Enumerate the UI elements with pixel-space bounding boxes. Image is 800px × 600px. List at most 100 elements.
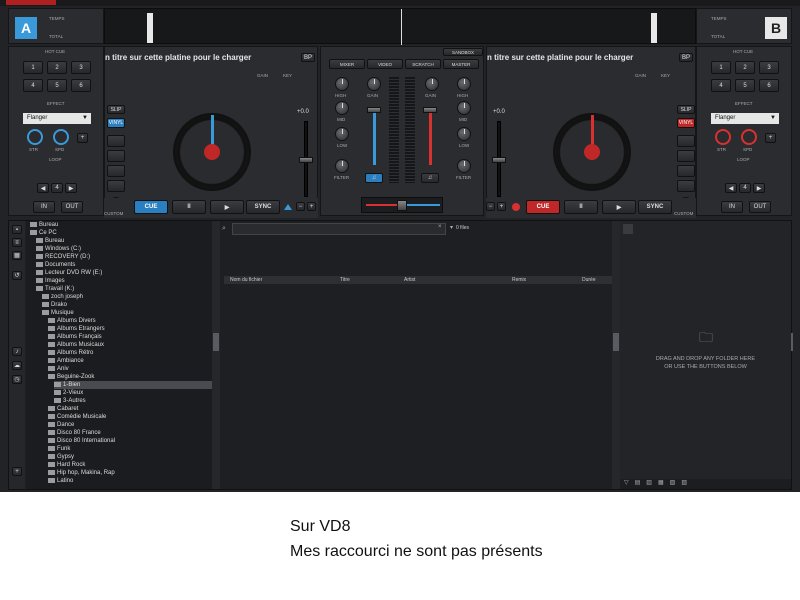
tree-item[interactable]: Cabaret [48, 405, 212, 413]
tree-item[interactable]: Albums Divers [48, 317, 212, 325]
deck-a-pad-4[interactable] [107, 180, 125, 192]
sandbox-button[interactable]: SANDBOX [443, 48, 483, 56]
mixer-b-gain-knob[interactable] [425, 77, 439, 91]
deck-b-hotcue-4[interactable]: 4 [711, 79, 731, 92]
column-duration[interactable]: Durée [582, 276, 596, 284]
deck-b-loop-size[interactable]: 4 [739, 183, 751, 193]
tree-item[interactable]: Ambiance [48, 357, 212, 365]
deck-a-hotcue-3[interactable]: 3 [71, 61, 91, 74]
deck-b-loop-prev-button[interactable]: ◀ [725, 183, 737, 193]
right-edge-handle[interactable] [791, 333, 793, 351]
sideview-splitter[interactable] [612, 221, 620, 489]
tree-item[interactable]: Bureau [36, 237, 212, 245]
deck-a-master-icon[interactable] [284, 204, 292, 210]
deck-a-slip-button[interactable]: SLIP [107, 105, 125, 114]
column-remix[interactable]: Remix [512, 276, 526, 284]
mixer-a-mid-knob[interactable] [335, 101, 349, 115]
deck-b-jogwheel[interactable] [553, 113, 631, 191]
deck-b-pad-4[interactable] [677, 180, 695, 192]
deck-a-hotcue-4[interactable]: 4 [23, 79, 43, 92]
column-title[interactable]: Titre [340, 276, 350, 284]
mixer-a-high-knob[interactable] [335, 77, 349, 91]
deck-b-loop-out-button[interactable]: OUT [749, 201, 771, 213]
tree-item[interactable]: Gypsy [48, 453, 212, 461]
deck-b-pitch-fader[interactable] [492, 157, 506, 163]
tree-item[interactable]: RECOVERY (D:) [36, 253, 212, 261]
deck-a-loop-next-button[interactable]: ▶ [65, 183, 77, 193]
deck-a-loop-out-button[interactable]: OUT [61, 201, 83, 213]
column-artist[interactable]: Artist [404, 276, 415, 284]
tree-item[interactable]: Funk [48, 445, 212, 453]
tree-item[interactable]: Drako [42, 301, 212, 309]
tab-scratch[interactable]: SCRATCH [405, 59, 441, 69]
deck-b-bpm-button[interactable]: BP [679, 53, 693, 62]
deck-a-spd-knob[interactable] [53, 129, 69, 145]
deck-a-pitch-fader[interactable] [299, 157, 313, 163]
tree-item[interactable]: 1-Bien [54, 381, 212, 389]
deck-a-pad-3[interactable] [107, 165, 125, 177]
tree-item[interactable]: Albums Rétro [48, 349, 212, 357]
sideview-splitter-handle[interactable] [613, 333, 619, 351]
tab-video[interactable]: VIDEO [367, 59, 403, 69]
tree-splitter[interactable] [212, 221, 220, 489]
tree-item[interactable]: Travail (K:) [36, 285, 212, 293]
tree-item[interactable]: Lecteur DVD RW (E:) [36, 269, 212, 277]
tree-item[interactable]: 3-Autres [54, 397, 212, 405]
deck-b-fx-add-button[interactable]: + [765, 133, 776, 143]
search-clear-icon[interactable]: × [438, 224, 442, 230]
deck-b-pad-1[interactable] [677, 135, 695, 147]
deck-b-pitch-minus-button[interactable]: − [486, 202, 495, 211]
tree-item[interactable]: Albums Etrangers [48, 325, 212, 333]
tree-item[interactable]: Hip hop, Makina, Rap [48, 469, 212, 477]
deck-a-play-button[interactable]: ▶ [210, 200, 244, 214]
automix-icon[interactable]: ▥ [646, 479, 652, 489]
deck-a-pad-1[interactable] [107, 135, 125, 147]
mixer-b-volume-fader[interactable] [423, 107, 437, 113]
deck-a-pause-button[interactable]: II [172, 200, 206, 214]
cloud-icon[interactable]: ☁ [12, 361, 22, 370]
tree-item[interactable]: Ce PC [30, 229, 212, 237]
deck-b-cue-button[interactable]: CUE [526, 200, 560, 214]
deck-b-master-icon[interactable] [512, 203, 520, 211]
deck-a-pad-2[interactable] [107, 150, 125, 162]
deck-a-sync-button[interactable]: SYNC [246, 200, 280, 214]
tree-item[interactable]: Windows (C:) [36, 245, 212, 253]
search-input[interactable] [232, 223, 446, 235]
deck-b-pad-2[interactable] [677, 150, 695, 162]
deck-b-slip-button[interactable]: SLIP [677, 105, 695, 114]
deck-b-vinyl-button[interactable]: VINYL [677, 118, 695, 128]
deck-a-effect-select[interactable]: Flanger ▼ [23, 113, 91, 124]
deck-b-pause-button[interactable]: II [564, 200, 598, 214]
tree-item[interactable]: Disco 80 International [48, 437, 212, 445]
deck-b-loop-in-button[interactable]: IN [721, 201, 743, 213]
deck-b-loop-next-button[interactable]: ▶ [753, 183, 765, 193]
deck-a-hotcue-6[interactable]: 6 [71, 79, 91, 92]
deck-a-cue-button[interactable]: CUE [134, 200, 168, 214]
mixer-b-mid-knob[interactable] [457, 101, 471, 115]
deck-a-fx-add-button[interactable]: + [77, 133, 88, 143]
tree-item[interactable]: Documents [36, 261, 212, 269]
deck-b-effect-select[interactable]: Flanger ▼ [711, 113, 779, 124]
tree-item[interactable]: Bureau [30, 221, 212, 229]
deck-a-loop-prev-button[interactable]: ◀ [37, 183, 49, 193]
list-icon[interactable]: ≡ [12, 238, 22, 247]
sampler-icon[interactable]: ▦ [658, 479, 664, 489]
mixer-b-low-knob[interactable] [457, 127, 471, 141]
folder-icon[interactable]: ▪ [12, 225, 22, 234]
tree-item[interactable]: Hard Rock [48, 461, 212, 469]
filter-icon[interactable]: ▽ [624, 479, 629, 489]
deck-b-str-knob[interactable] [715, 129, 731, 145]
tree-item[interactable]: Latino [48, 477, 212, 485]
tree-item[interactable]: 2-Vieux [54, 389, 212, 397]
deck-a-hotcue-5[interactable]: 5 [47, 79, 67, 92]
mixer-a-headphone-button[interactable]: ♫ [365, 173, 383, 183]
deck-a-hotcue-1[interactable]: 1 [23, 61, 43, 74]
playlist-icon[interactable]: ▤ [635, 479, 641, 489]
tree-item[interactable]: Disco 80 France [48, 429, 212, 437]
tree-item[interactable]: Dance [48, 421, 212, 429]
add-icon[interactable]: + [12, 467, 22, 476]
mixer-a-filter-knob[interactable] [335, 159, 349, 173]
tab-master[interactable]: MASTER [443, 59, 479, 69]
deck-b-pad-3[interactable] [677, 165, 695, 177]
deck-a-loop-in-button[interactable]: IN [33, 201, 55, 213]
